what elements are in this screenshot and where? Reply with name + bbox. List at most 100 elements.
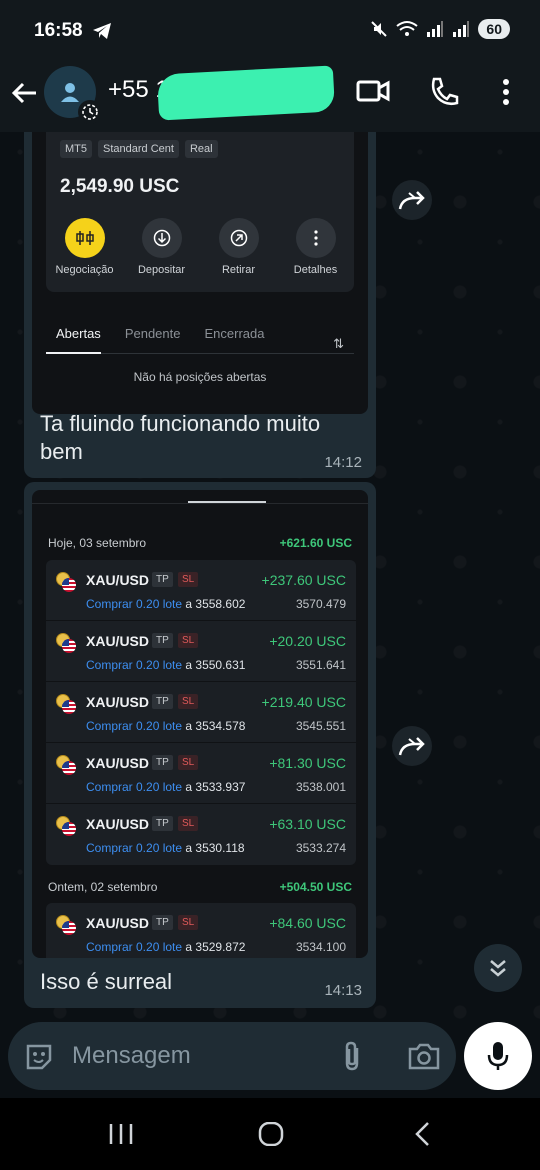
message-text-1: Ta fluindo funcionando muito bem xyxy=(40,411,321,464)
details-action: Detalhes xyxy=(279,218,353,276)
positions-tabs: Abertas Pendente Encerrada ⇅ xyxy=(46,316,354,354)
xau-usd-flag-icon xyxy=(56,694,76,714)
video-call-icon[interactable] xyxy=(356,76,390,106)
attach-icon[interactable] xyxy=(340,1040,364,1072)
trade-row: XAU/USD TP SL +84.60 USC Comprar 0.20 lo… xyxy=(46,903,356,958)
tag-platform: MT5 xyxy=(60,140,92,158)
trade-symbol: XAU/USD xyxy=(86,755,150,771)
tp-badge: TP xyxy=(152,755,173,770)
trade-symbol: XAU/USD xyxy=(86,915,150,931)
trade-current-price: 3538.001 xyxy=(295,780,346,794)
chat-area[interactable]: MT5 Standard Cent Real 2,549.90 USC Nego… xyxy=(0,132,540,1022)
forward-icon xyxy=(398,191,425,210)
tp-badge: TP xyxy=(152,572,173,587)
tag-account-type: Standard Cent xyxy=(98,140,179,158)
home-icon[interactable] xyxy=(258,1122,284,1146)
tab-open: Abertas xyxy=(46,316,101,354)
message-text-2: Isso é surreal xyxy=(40,969,173,994)
forward-button-2[interactable] xyxy=(392,726,432,766)
mute-icon xyxy=(371,21,388,37)
forward-button-1[interactable] xyxy=(392,180,432,220)
withdraw-action: Retirar xyxy=(202,218,276,276)
trade-profit: +20.20 USC xyxy=(269,633,346,649)
withdraw-label: Retirar xyxy=(221,264,255,276)
trade-profit: +237.60 USC xyxy=(261,572,346,588)
empty-positions-text: Não há posições abertas xyxy=(133,370,267,384)
more-options-icon[interactable] xyxy=(500,76,512,108)
telegram-icon xyxy=(93,23,111,39)
trade-row: XAU/USD TP SL +81.30 USC Comprar 0.20 lo… xyxy=(46,743,356,804)
trade-current-price: 3551.641 xyxy=(295,658,346,672)
trade-symbol: XAU/USD xyxy=(86,633,150,649)
tp-badge: TP xyxy=(152,915,173,930)
scroll-to-bottom-button[interactable] xyxy=(474,944,522,992)
trade-profit: +81.30 USC xyxy=(269,755,346,771)
redaction-mark xyxy=(156,65,336,121)
person-icon xyxy=(61,83,79,102)
sl-badge: SL xyxy=(178,633,199,648)
account-tags: MT5 Standard Cent Real xyxy=(60,140,218,158)
trade-action: Negociação xyxy=(48,218,122,276)
battery-indicator: 60 xyxy=(478,19,510,39)
trade-profit: +84.60 USC xyxy=(269,915,346,931)
camera-icon[interactable] xyxy=(408,1042,440,1070)
xau-usd-flag-icon xyxy=(56,572,76,592)
day-total: +621.60 USC xyxy=(279,536,352,550)
trade-current-price: 3534.100 xyxy=(295,940,346,954)
message-bubble-2[interactable]: Hoje, 03 setembro +621.60 USC XAU/USD TP… xyxy=(24,482,376,1008)
screenshot-image-2[interactable]: Hoje, 03 setembro +621.60 USC XAU/USD TP… xyxy=(32,490,368,958)
trade-row: XAU/USD TP SL +219.40 USC Comprar 0.20 l… xyxy=(46,682,356,743)
back-arrow-icon[interactable] xyxy=(10,78,40,108)
tab-indicator xyxy=(188,501,266,503)
status-bar: 16:58 60 xyxy=(0,0,540,62)
trade-current-price: 3570.479 xyxy=(295,597,346,611)
account-balance: 2,549.90 USC xyxy=(60,176,180,197)
account-card: MT5 Standard Cent Real 2,549.90 USC Nego… xyxy=(46,132,354,292)
voice-message-button[interactable] xyxy=(464,1022,532,1090)
trades-list-yesterday: XAU/USD TP SL +84.60 USC Comprar 0.20 lo… xyxy=(46,903,356,958)
sl-badge: SL xyxy=(178,572,199,587)
recent-apps-icon[interactable] xyxy=(108,1122,134,1146)
emoji-icon[interactable] xyxy=(24,1042,54,1072)
details-label: Detalhes xyxy=(293,264,338,276)
tabs-fragment xyxy=(32,490,368,504)
trade-order: Comprar 0.20 lote a 3550.631 xyxy=(86,658,246,672)
trade-order: Comprar 0.20 lote a 3558.602 xyxy=(86,597,246,611)
tab-closed: Encerrada xyxy=(204,326,265,341)
phone-call-icon[interactable] xyxy=(428,76,460,108)
trade-row: XAU/USD TP SL +20.20 USC Comprar 0.20 lo… xyxy=(46,621,356,682)
day-header-today: Hoje, 03 setembro +621.60 USC xyxy=(48,536,352,550)
trades-list-today: XAU/USD TP SL +237.60 USC Comprar 0.20 l… xyxy=(46,560,356,865)
status-icons: 60 xyxy=(370,19,510,39)
message-bubble-1[interactable]: MT5 Standard Cent Real 2,549.90 USC Nego… xyxy=(24,132,376,478)
account-actions: Negociação Depositar Retirar Detalhes xyxy=(46,218,354,276)
trade-order: Comprar 0.20 lote a 3530.118 xyxy=(86,841,245,855)
tp-badge: TP xyxy=(152,694,173,709)
deposit-action: Depositar xyxy=(125,218,199,276)
message-input[interactable]: Mensagem xyxy=(72,1042,191,1070)
sl-badge: SL xyxy=(178,694,199,709)
withdraw-icon xyxy=(218,218,259,258)
sl-badge: SL xyxy=(178,755,199,770)
message-time-2: 14:13 xyxy=(324,982,362,999)
trade-symbol: XAU/USD xyxy=(86,694,150,710)
message-input-bar: Mensagem xyxy=(8,1022,456,1090)
trade-order: Comprar 0.20 lote a 3534.578 xyxy=(86,719,246,733)
trade-symbol: XAU/USD xyxy=(86,572,150,588)
tp-badge: TP xyxy=(152,816,173,831)
deposit-icon xyxy=(141,218,182,258)
xau-usd-flag-icon xyxy=(56,816,76,836)
sl-badge: SL xyxy=(178,915,199,930)
back-icon[interactable] xyxy=(412,1122,434,1146)
screenshot-image-1[interactable]: MT5 Standard Cent Real 2,549.90 USC Nego… xyxy=(32,132,368,414)
wifi-icon xyxy=(396,21,419,36)
deposit-label: Depositar xyxy=(137,264,186,276)
trade-row: XAU/USD TP SL +237.60 USC Comprar 0.20 l… xyxy=(46,560,356,621)
trade-profit: +219.40 USC xyxy=(261,694,346,710)
trade-symbol: XAU/USD xyxy=(86,816,150,832)
trade-label: Negociação xyxy=(55,264,114,276)
xau-usd-flag-icon xyxy=(56,915,76,935)
tp-badge: TP xyxy=(152,633,173,648)
trade-profit: +63.10 USC xyxy=(269,816,346,832)
trade-row: XAU/USD TP SL +63.10 USC Comprar 0.20 lo… xyxy=(46,804,356,865)
